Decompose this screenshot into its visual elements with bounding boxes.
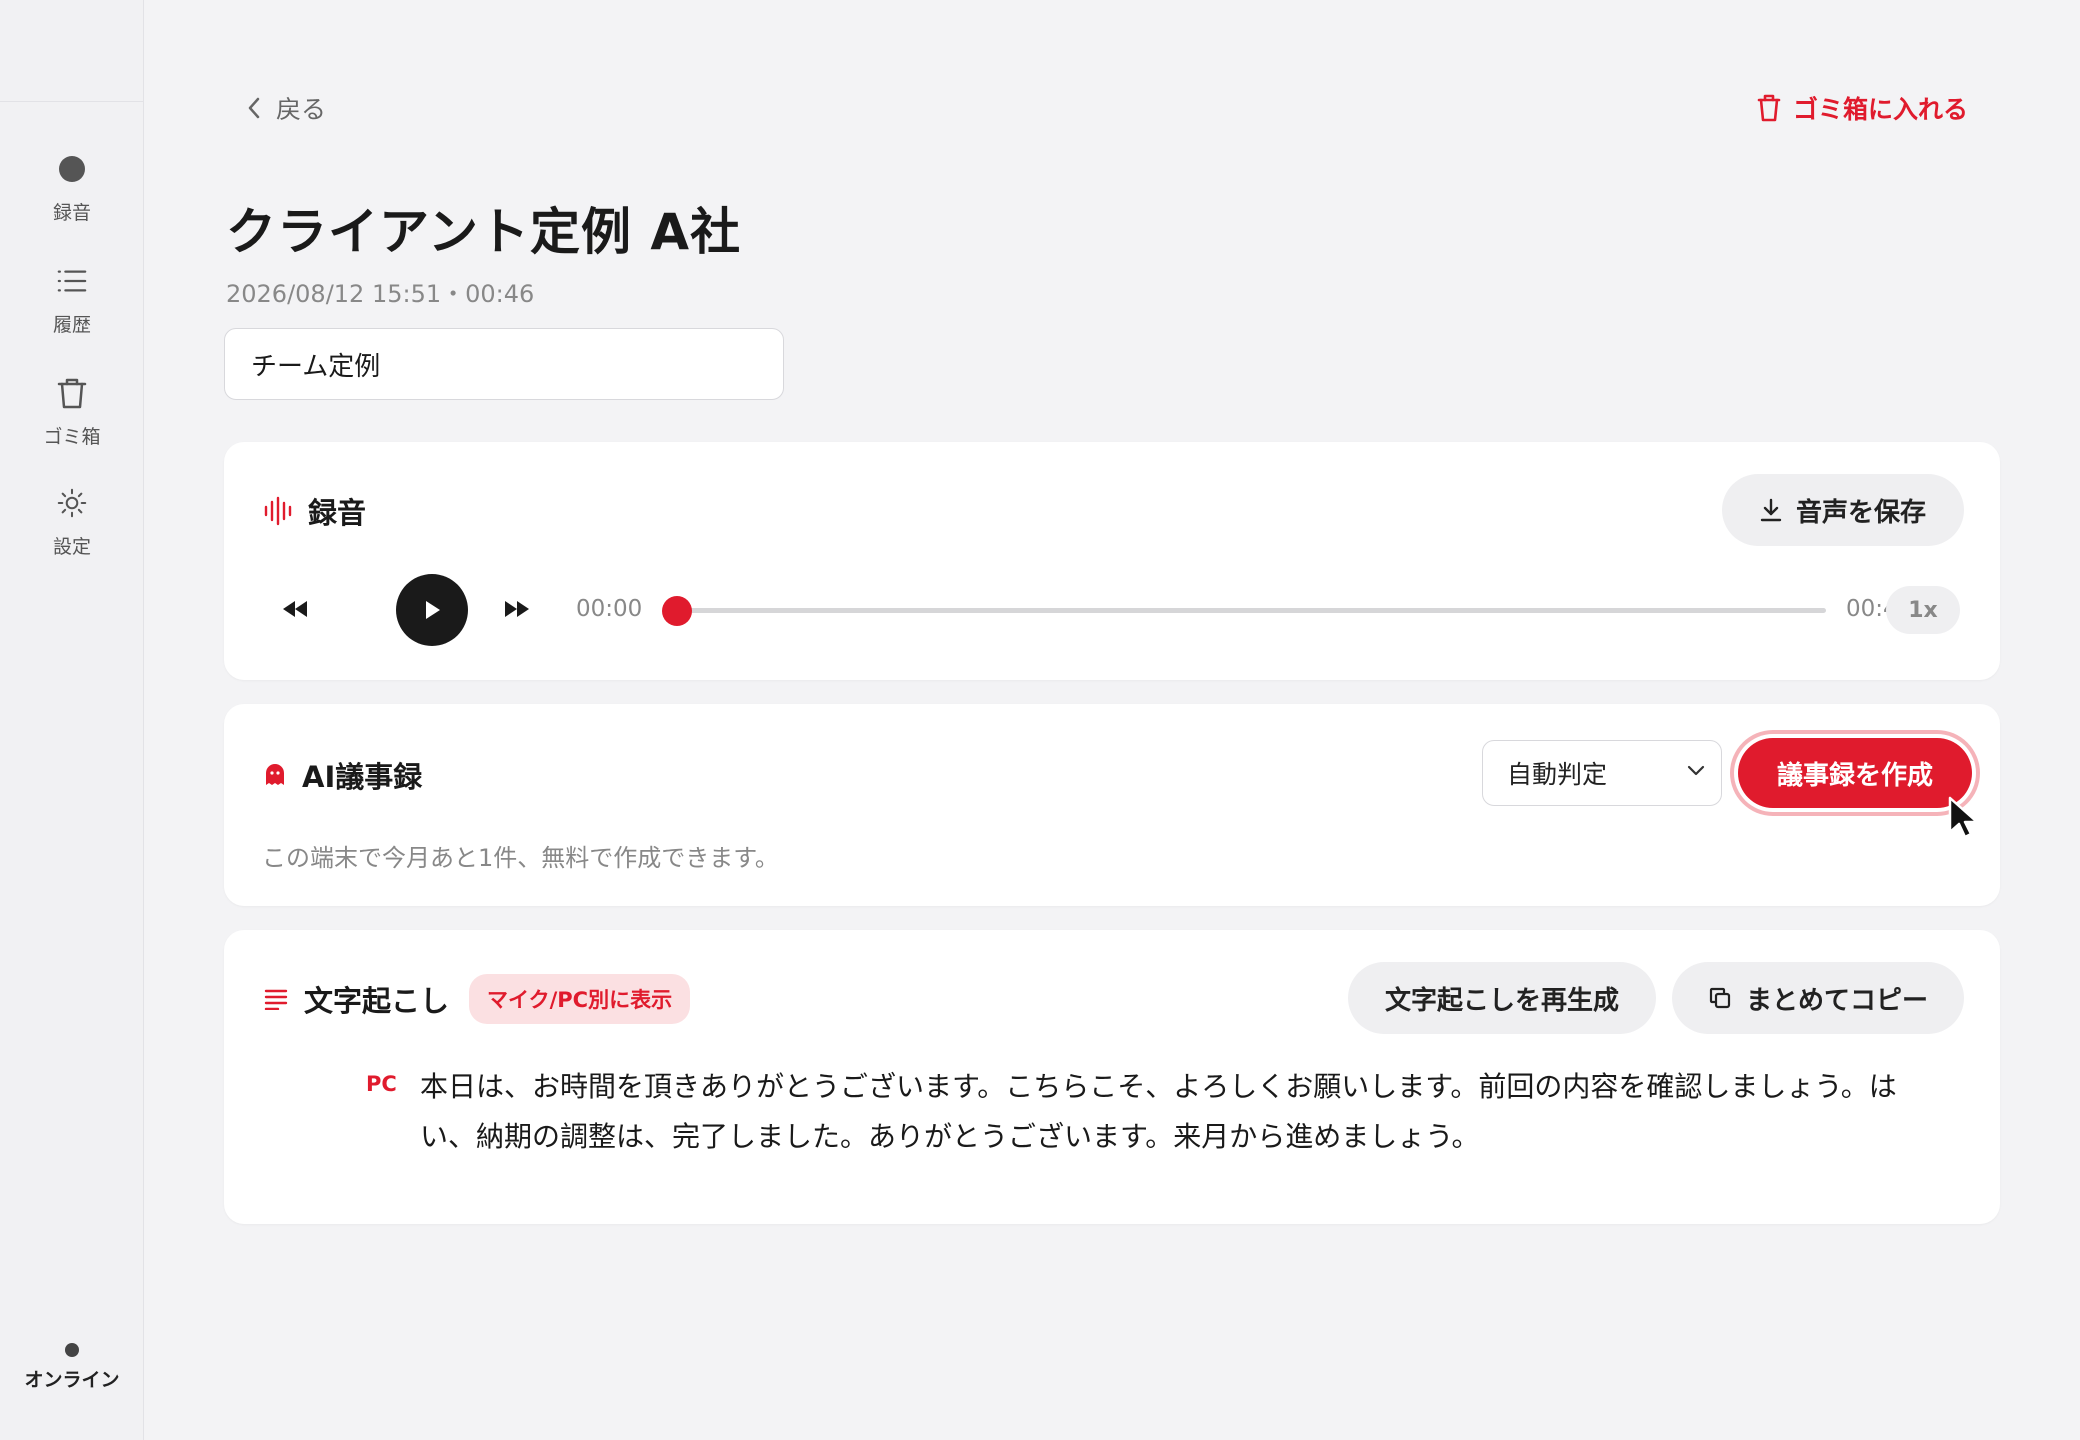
transcript-card: 文字起こし マイク/PC別に表示 文字起こしを再生成 まとめてコピー PC 本日… — [224, 930, 2000, 1224]
quota-text: この端末で今月あと1件、無料で作成できます。 — [262, 844, 779, 872]
ai-minutes-card-title: AI議事録 — [264, 754, 422, 796]
transcript-title-label: 文字起こし — [304, 984, 450, 1018]
seek-thumb[interactable] — [662, 596, 692, 626]
recording-card: 録音 音声を保存 00:00 00:46 1x — [224, 442, 2000, 680]
recording-card-title: 録音 — [264, 490, 366, 532]
record-dot-icon — [57, 154, 87, 184]
sidebar-item-history[interactable]: 履歴 — [0, 266, 144, 356]
back-label: 戻る — [276, 95, 327, 124]
minutes-mode-select[interactable]: 自動判定 — [1482, 740, 1722, 806]
transcript-list: PC 本日は、お時間を頂きありがとうございます。こちらこそ、よろしくお願いします… — [366, 1062, 1946, 1162]
transcript-card-title: 文字起こし マイク/PC別に表示 — [264, 974, 691, 1024]
ai-minutes-title-label: AI議事録 — [302, 760, 423, 794]
playback-speed-button[interactable]: 1x — [1886, 586, 1960, 634]
current-time: 00:00 — [576, 596, 643, 622]
copy-icon — [1709, 987, 1731, 1009]
trash-icon — [57, 378, 87, 409]
seek-bar[interactable] — [676, 608, 1826, 613]
sidebar-item-label: 録音 — [52, 202, 91, 224]
create-minutes-button[interactable]: 議事録を作成 — [1738, 738, 1972, 808]
status-dot-icon — [65, 1343, 79, 1357]
fast-forward-button[interactable] — [502, 594, 532, 628]
sidebar-item-record[interactable]: 録音 — [0, 154, 144, 244]
waveform-icon — [264, 496, 292, 526]
sidebar-item-settings[interactable]: 設定 — [0, 488, 144, 578]
speaker-label: PC — [366, 1072, 397, 1096]
move-to-trash-label: ゴミ箱に入れる — [1792, 95, 1968, 124]
utterance-text: 本日は、お時間を頂きありがとうございます。こちらこそ、よろしくお願いします。前回… — [420, 1070, 1897, 1153]
audio-player: 00:00 00:46 1x — [280, 574, 1960, 646]
tag-input[interactable] — [224, 328, 784, 400]
connection-status: オンライン — [0, 1343, 144, 1392]
back-button[interactable]: 戻る — [246, 90, 326, 126]
status-label: オンライン — [24, 1369, 120, 1391]
sidebar-item-label: 履歴 — [52, 314, 91, 336]
save-audio-label: 音声を保存 — [1795, 497, 1926, 528]
rewind-icon — [283, 601, 307, 617]
ai-minutes-card: AI議事録 自動判定 議事録を作成 この端末で今月あと1件、無料で作成できます。 — [224, 704, 2000, 906]
list-icon — [57, 266, 87, 296]
download-icon — [1760, 498, 1782, 522]
minutes-mode-value: 自動判定 — [1507, 760, 1608, 789]
save-audio-button[interactable]: 音声を保存 — [1722, 474, 1964, 546]
copy-all-button[interactable]: まとめてコピー — [1672, 962, 1964, 1034]
mouse-cursor-icon — [1948, 796, 1978, 839]
move-to-trash-button[interactable]: ゴミ箱に入れる — [1757, 90, 1968, 126]
play-icon — [426, 601, 440, 619]
ghost-icon — [264, 763, 286, 787]
trash-icon — [1757, 94, 1781, 122]
chevron-left-icon — [248, 97, 260, 119]
recording-title-label: 録音 — [308, 496, 367, 530]
sidebar: 録音 履歴 ゴミ箱 設定 オンライン — [0, 0, 144, 1440]
chevron-down-icon — [1687, 765, 1705, 776]
sidebar-item-label: 設定 — [52, 536, 91, 558]
transcript-entry: PC 本日は、お時間を頂きありがとうございます。こちらこそ、よろしくお願いします… — [366, 1062, 1946, 1162]
fast-forward-icon — [505, 601, 529, 617]
copy-all-label: まとめてコピー — [1745, 985, 1928, 1016]
recording-meta: 2026/08/12 15:51・00:46 — [226, 280, 535, 308]
text-lines-icon — [264, 988, 288, 1010]
display-mode-badge: マイク/PC別に表示 — [469, 974, 691, 1024]
sidebar-item-trash[interactable]: ゴミ箱 — [0, 378, 144, 468]
play-button[interactable] — [396, 574, 468, 646]
gear-icon — [57, 488, 87, 518]
sidebar-item-label: ゴミ箱 — [43, 426, 101, 448]
rewind-button[interactable] — [280, 594, 310, 628]
regenerate-transcript-button[interactable]: 文字起こしを再生成 — [1348, 962, 1656, 1034]
sidebar-header — [0, 0, 143, 102]
page-title: クライアント定例 A社 — [226, 203, 742, 261]
